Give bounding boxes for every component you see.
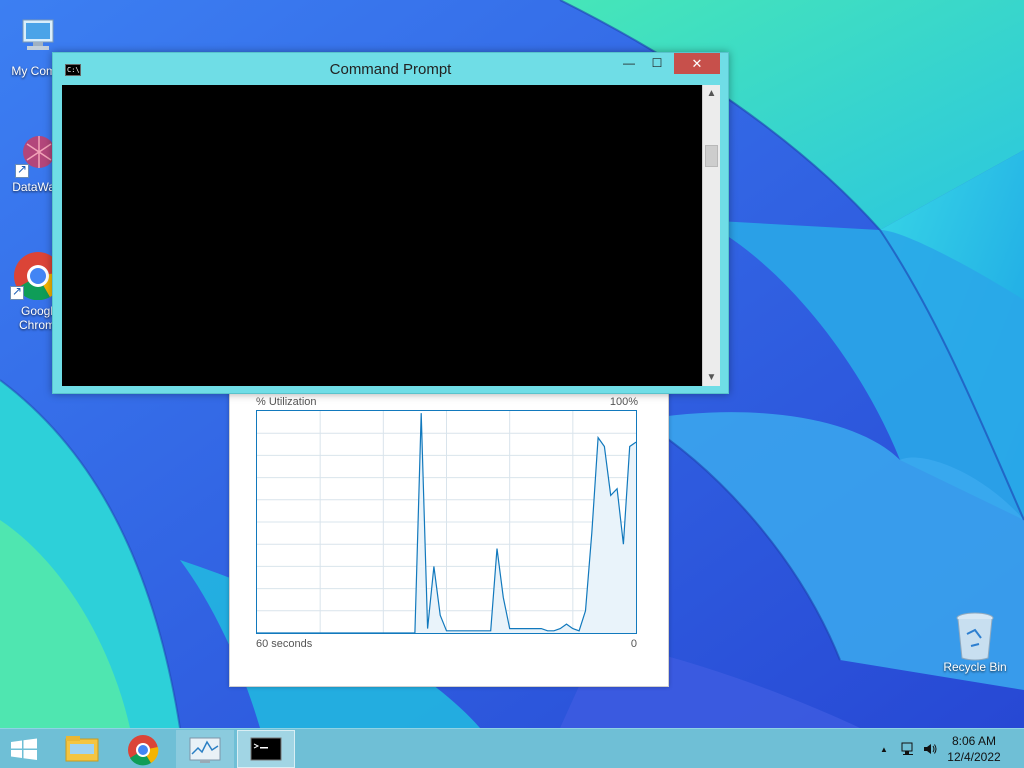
perf-footer: 60 seconds 0 <box>256 638 637 650</box>
clock-date: 12/4/2022 <box>947 750 1001 764</box>
vertical-scrollbar[interactable]: ▲ ▼ <box>702 85 720 386</box>
taskbar-resource-monitor[interactable] <box>176 730 234 768</box>
performance-window[interactable]: % Utilization 100% 60 seconds 0 <box>229 385 669 687</box>
recycle-bin-icon <box>951 610 999 661</box>
command-prompt-icon <box>250 737 282 761</box>
scroll-thumb[interactable] <box>705 145 718 167</box>
desktop: My Comp DataWag Googl Chrom <box>0 0 1024 728</box>
resource-monitor-icon <box>189 737 221 763</box>
shortcut-arrow-icon <box>10 284 24 300</box>
network-icon[interactable] <box>900 741 916 760</box>
title-bar[interactable]: C:\ Command Prompt — ☐ ✕ <box>53 53 728 85</box>
clock[interactable]: 8:06 AM 12/4/2022 <box>944 733 1004 765</box>
cpu-utilization-chart <box>256 410 637 634</box>
show-hidden-icons-button[interactable]: ▲ <box>880 745 888 754</box>
min-value-label: 0 <box>630 638 637 650</box>
scroll-up-button[interactable]: ▲ <box>703 85 720 102</box>
max-percent-label: 100% <box>609 396 638 408</box>
perf-header: % Utilization 100% <box>256 396 638 408</box>
utilization-label: % Utilization <box>256 396 317 408</box>
volume-icon[interactable] <box>922 741 938 760</box>
taskbar-google-chrome[interactable] <box>114 730 172 768</box>
taskbar: ▲ 8:06 AM 12/4/2022 <box>0 728 1024 768</box>
command-prompt-window[interactable]: C:\ Command Prompt — ☐ ✕ ▲ ▼ <box>52 52 729 394</box>
desktop-icon-recycle-bin[interactable]: Recycle Bin <box>940 610 1010 674</box>
scroll-down-button[interactable]: ▼ <box>703 369 720 386</box>
time-span-label: 60 seconds <box>256 638 313 650</box>
system-tray: ▲ 8:06 AM 12/4/2022 <box>864 729 1024 768</box>
console-area[interactable] <box>62 85 702 386</box>
folder-icon <box>65 736 99 762</box>
chart-svg <box>257 411 637 634</box>
taskbar-command-prompt[interactable] <box>237 730 295 768</box>
windows-logo-icon <box>11 738 37 760</box>
minimize-button[interactable]: — <box>616 53 642 74</box>
start-button[interactable] <box>0 729 48 768</box>
taskbar-file-explorer[interactable] <box>54 730 112 768</box>
chrome-icon <box>128 735 159 766</box>
maximize-button[interactable]: ☐ <box>644 53 670 74</box>
desktop-icon-label: Recycle Bin <box>943 660 1007 674</box>
close-button[interactable]: ✕ <box>674 53 720 74</box>
shortcut-arrow-icon <box>15 162 29 178</box>
clock-time: 8:06 AM <box>951 734 997 748</box>
